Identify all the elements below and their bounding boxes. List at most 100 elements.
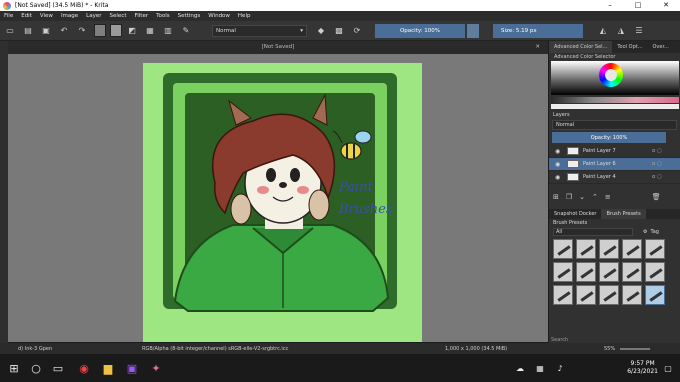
tab-overview[interactable]: Over...	[647, 41, 673, 53]
eye-icon[interactable]: ◉	[555, 161, 563, 168]
menu-help[interactable]: Help	[238, 13, 251, 19]
delete-layer-icon[interactable]: 🗑	[652, 193, 661, 201]
tab-tool-options[interactable]: Tool Opt...	[612, 41, 647, 53]
color-wheel-icon[interactable]	[599, 63, 623, 87]
layer-opacity-slider[interactable]: Opacity: 100%	[552, 132, 666, 143]
layer-properties-icon[interactable]: ≡	[605, 193, 611, 201]
move-down-icon[interactable]: ⌄	[579, 193, 585, 201]
background-color-swatch[interactable]	[110, 24, 122, 37]
eye-icon[interactable]: ◉	[555, 148, 563, 155]
color-shade-strip[interactable]	[551, 104, 679, 109]
brush-preset[interactable]	[599, 239, 619, 259]
mirror-vertical-icon[interactable]: ◮	[615, 25, 627, 37]
gradient-icon[interactable]: ▦	[144, 25, 156, 37]
canvas-area[interactable]: Paint Brushes	[8, 54, 548, 342]
krita-taskbar-icon[interactable]: ✦	[148, 360, 164, 376]
eye-icon[interactable]: ◉	[555, 174, 563, 181]
artwork-canvas[interactable]: Paint Brushes	[143, 63, 422, 342]
close-window-button[interactable]: ✕	[652, 0, 680, 11]
brush-preset[interactable]	[622, 285, 642, 305]
add-layer-icon[interactable]: ⊞	[553, 193, 559, 201]
menu-layer[interactable]: Layer	[86, 13, 101, 19]
layer-row[interactable]: ◉ Paint Layer 4 α ▢	[549, 171, 680, 184]
blend-mode-value: Normal	[216, 27, 236, 34]
brush-preset[interactable]	[599, 285, 619, 305]
open-document-icon[interactable]: ▤	[22, 25, 34, 37]
onedrive-icon[interactable]: ☁	[512, 360, 528, 376]
advanced-color-selector[interactable]	[551, 61, 679, 111]
swap-colors-icon[interactable]: ◩	[126, 25, 138, 37]
main-toolbar: ▭ ▤ ▣ ↶ ↷ ◩ ▦ ▥ ✎ Normal ▾ ◆ ▩ ⟳ Opacity…	[0, 21, 680, 41]
artwork-text-paint: Paint	[338, 180, 373, 195]
layer-actions: ⊞ ❐ ⌄ ⌃ ≡ 🗑	[549, 190, 680, 203]
volume-icon[interactable]: ♪	[552, 360, 568, 376]
duplicate-layer-icon[interactable]: ❐	[566, 193, 572, 201]
lock-icon[interactable]: α ▢	[652, 148, 680, 154]
brush-preset[interactable]	[622, 262, 642, 282]
save-icon[interactable]: ▣	[40, 25, 52, 37]
preserve-alpha-icon[interactable]: ▩	[333, 25, 345, 37]
layer-row[interactable]: ◉ Paint Layer 7 α ▢	[549, 145, 680, 158]
tab-brush-presets[interactable]: Brush Presets	[601, 209, 646, 219]
brush-preset[interactable]	[599, 262, 619, 282]
color-history-strip[interactable]	[551, 97, 679, 103]
tag-icon[interactable]: ⚙	[643, 229, 647, 235]
taskbar-clock[interactable]: 9:57 PM 6/23/2021	[627, 360, 658, 376]
network-icon[interactable]: ▦	[532, 360, 548, 376]
new-document-icon[interactable]: ▭	[4, 25, 16, 37]
brush-preset[interactable]	[622, 239, 642, 259]
menu-tools[interactable]: Tools	[156, 13, 170, 19]
opacity-slider[interactable]: Opacity: 100%	[375, 23, 465, 38]
pattern-icon[interactable]: ▥	[162, 25, 174, 37]
menu-settings[interactable]: Settings	[178, 13, 201, 19]
lock-icon[interactable]: α ▢	[652, 161, 680, 167]
menu-select[interactable]: Select	[110, 13, 127, 19]
search-icon[interactable]: ○	[28, 360, 44, 376]
minimize-button[interactable]: –	[596, 0, 624, 11]
notifications-icon[interactable]: ▢	[660, 360, 676, 376]
twitch-icon[interactable]: ▣	[124, 360, 140, 376]
file-explorer-icon[interactable]: ▆	[100, 360, 116, 376]
menu-file[interactable]: File	[4, 13, 13, 19]
brush-preset[interactable]	[645, 262, 665, 282]
tab-snapshot-docker[interactable]: Snapshot Docker	[549, 209, 601, 219]
brush-preset[interactable]	[576, 262, 596, 282]
foreground-color-swatch[interactable]	[94, 24, 106, 37]
brush-preset-selected[interactable]	[645, 285, 665, 305]
task-view-icon[interactable]: ▭	[50, 360, 66, 376]
menu-window[interactable]: Window	[208, 13, 230, 19]
menu-filter[interactable]: Filter	[134, 13, 148, 19]
layer-name: Paint Layer 6	[583, 161, 616, 167]
brush-preset[interactable]	[553, 285, 573, 305]
brush-preset[interactable]	[553, 239, 573, 259]
menu-edit[interactable]: Edit	[21, 13, 32, 19]
blend-mode-select[interactable]: Normal ▾	[212, 24, 307, 37]
layer-name: Paint Layer 7	[583, 148, 616, 154]
reload-preset-icon[interactable]: ⟳	[351, 25, 363, 37]
brush-preset[interactable]	[645, 239, 665, 259]
tab-advanced-color-selector[interactable]: Advanced Color Sel...	[549, 41, 613, 53]
wrap-around-icon[interactable]: ☰	[633, 25, 645, 37]
presets-filter-select[interactable]: All	[553, 227, 633, 236]
brush-preset[interactable]	[553, 262, 573, 282]
undo-icon[interactable]: ↶	[58, 25, 70, 37]
redo-icon[interactable]: ↷	[76, 25, 88, 37]
brush-preset[interactable]	[576, 285, 596, 305]
document-tab[interactable]: [Not Saved] ✕	[8, 41, 548, 54]
windows-start-icon[interactable]: ⊞	[6, 360, 22, 376]
size-slider[interactable]: Size: 5.19 px	[493, 23, 583, 38]
lock-icon[interactable]: α ▢	[652, 174, 680, 180]
brush-preset[interactable]	[576, 239, 596, 259]
chrome-icon[interactable]: ◉	[76, 360, 92, 376]
layer-row-selected[interactable]: ◉ Paint Layer 6 α ▢	[549, 158, 680, 171]
menu-view[interactable]: View	[40, 13, 53, 19]
eraser-icon[interactable]: ◆	[315, 25, 327, 37]
layer-blend-mode-select[interactable]: Normal	[552, 120, 677, 130]
mirror-horizontal-icon[interactable]: ◭	[597, 25, 609, 37]
move-up-icon[interactable]: ⌃	[592, 193, 598, 201]
brush-preset-icon[interactable]: ✎	[180, 25, 192, 37]
zoom-slider[interactable]	[620, 348, 650, 350]
menu-image[interactable]: Image	[61, 13, 78, 19]
maximize-button[interactable]: □	[624, 0, 652, 11]
close-document-icon[interactable]: ✕	[535, 41, 540, 54]
